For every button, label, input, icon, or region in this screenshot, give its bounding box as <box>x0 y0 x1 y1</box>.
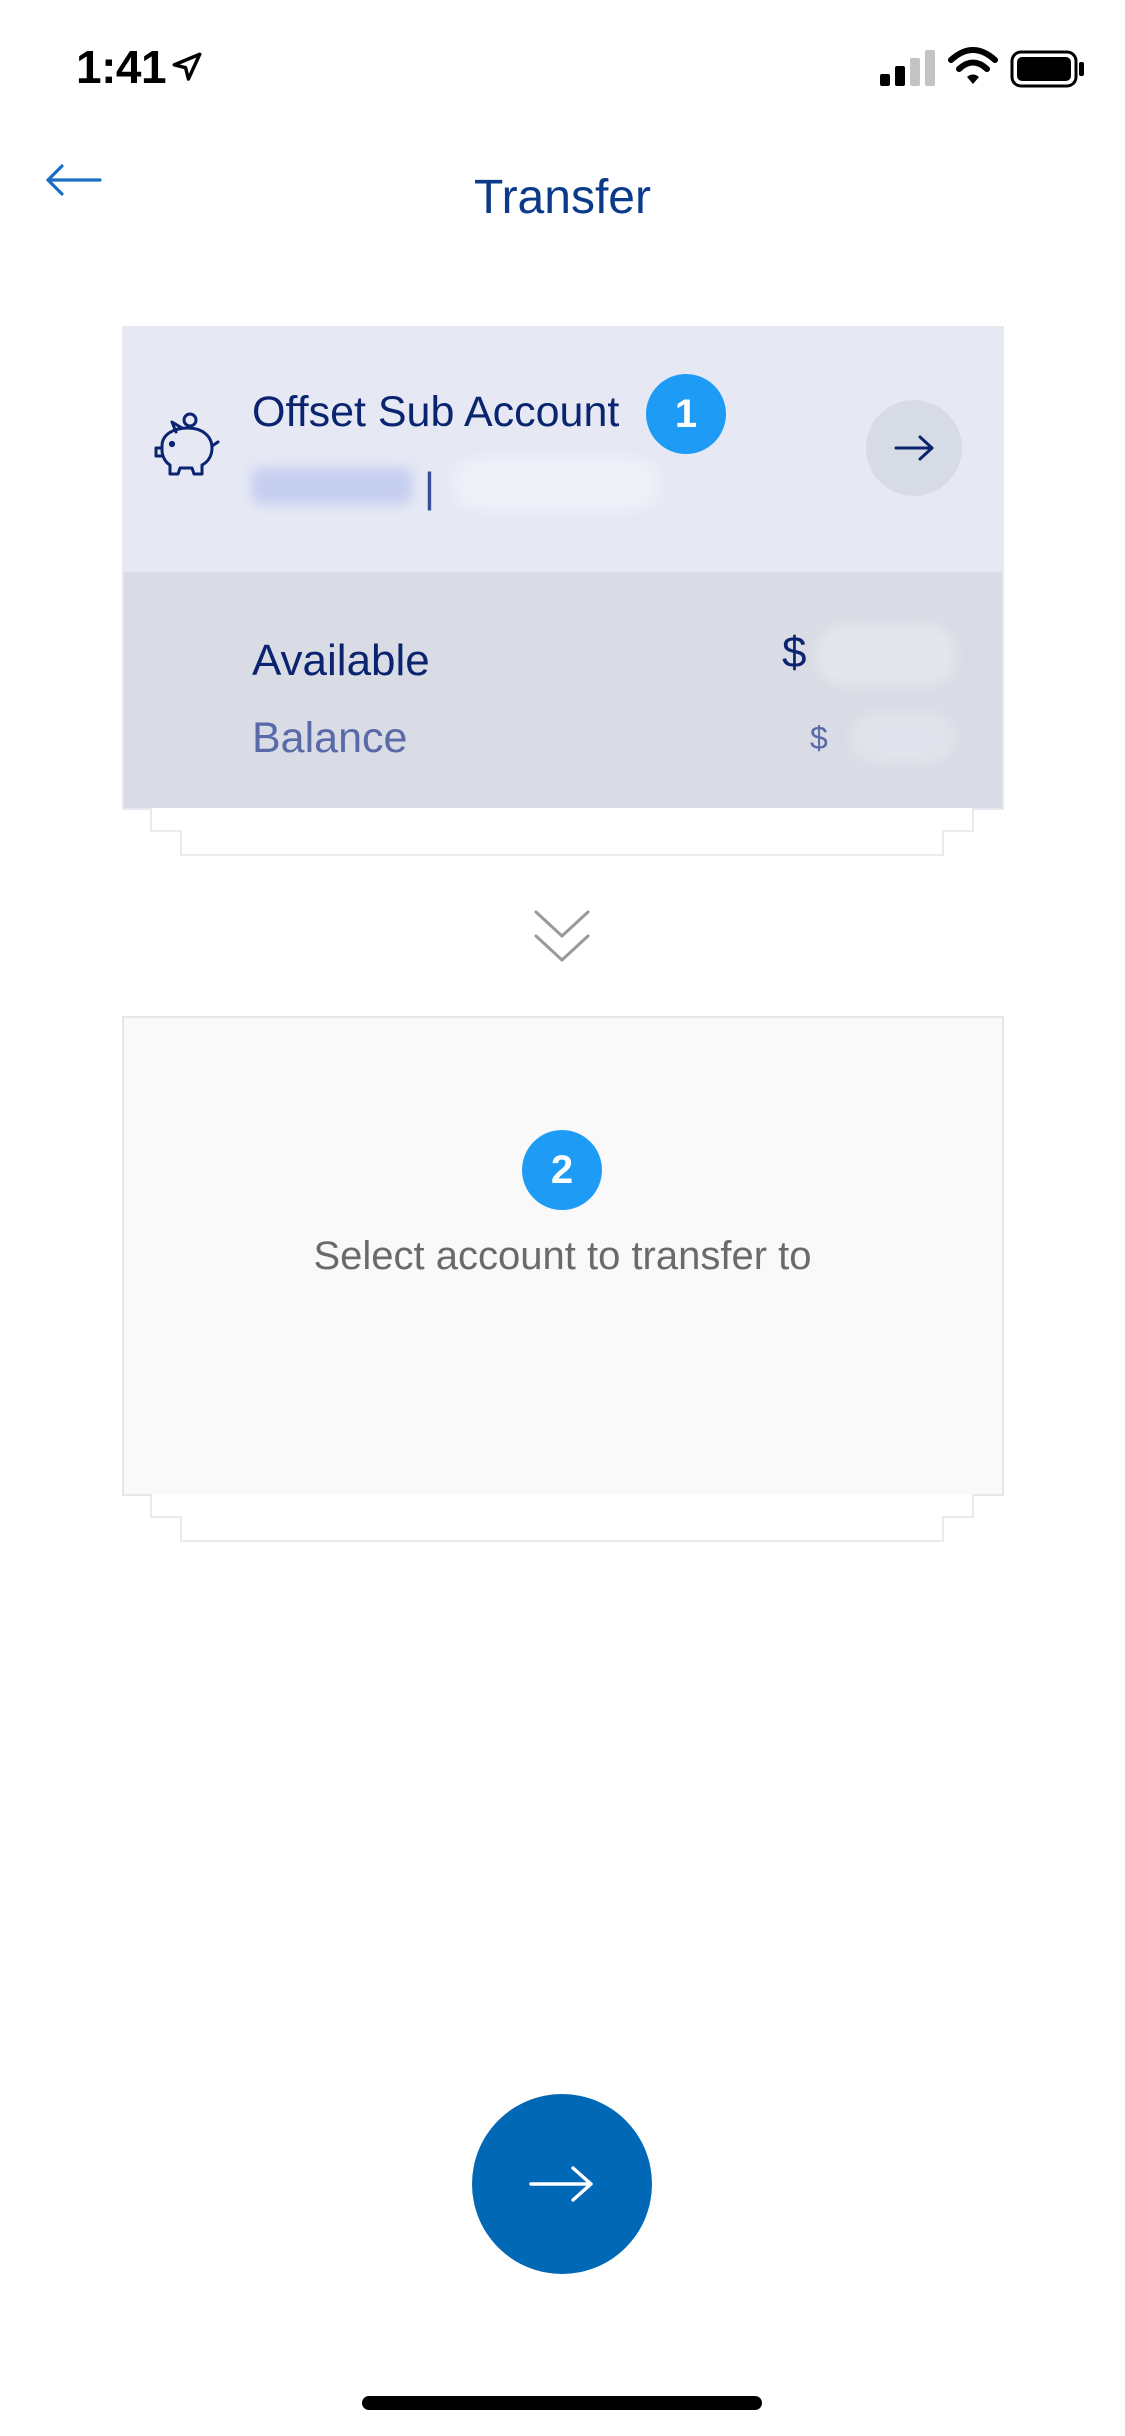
account-number-masked <box>252 468 412 504</box>
arrow-right-icon <box>529 2166 593 2202</box>
home-indicator[interactable] <box>362 2396 762 2410</box>
account-details-button[interactable] <box>866 400 962 496</box>
account-separator: | <box>424 464 435 511</box>
available-amount-masked <box>816 624 956 686</box>
card-stack-shadow <box>180 1516 944 1542</box>
next-button[interactable] <box>472 2094 652 2274</box>
balance-currency: $ <box>810 720 828 756</box>
location-arrow-icon <box>172 52 202 81</box>
page-title: Transfer <box>474 171 651 224</box>
step-badge-1: 1 <box>646 374 726 454</box>
balance-label: Balance <box>252 714 408 762</box>
from-account-name: Offset Sub Account <box>252 388 620 436</box>
arrow-right-icon <box>894 435 934 461</box>
available-currency: $ <box>782 628 807 677</box>
signal-icon <box>880 50 935 86</box>
wifi-icon <box>948 47 998 84</box>
double-chevron-down-icon <box>534 910 590 962</box>
available-label: Available <box>252 636 430 685</box>
card-stack-shadow <box>150 1494 974 1518</box>
piggy-bank-icon <box>154 412 220 476</box>
step-badge-2: 2 <box>522 1130 602 1210</box>
account-bsb-masked <box>452 458 660 510</box>
battery-icon <box>1010 50 1084 88</box>
to-account-prompt: Select account to transfer to <box>313 1234 812 1278</box>
card-stack-shadow <box>150 808 974 832</box>
card-stack-shadow <box>180 830 944 856</box>
balance-amount-masked <box>850 712 956 764</box>
from-account-balance-panel <box>124 572 1002 808</box>
status-time: 1:41 <box>76 41 167 93</box>
